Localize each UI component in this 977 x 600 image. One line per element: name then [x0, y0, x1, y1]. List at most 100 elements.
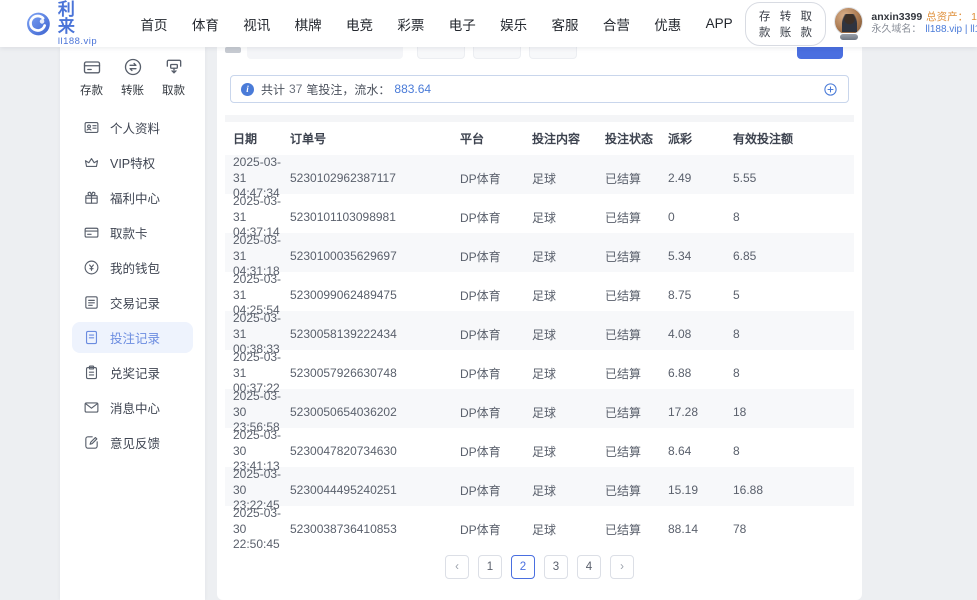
next-page-button[interactable]: ›: [610, 555, 634, 579]
bet-content: 足球: [532, 444, 557, 459]
vip-level-badge: [839, 32, 860, 41]
pagination: ‹ 1 2 3 4 ›: [217, 555, 862, 579]
bet-content: 足球: [532, 366, 557, 381]
valid-amount: 5: [733, 288, 740, 303]
transfer-link[interactable]: 转账: [780, 8, 792, 40]
sidebar-item-feedback[interactable]: 意见反馈: [72, 427, 193, 458]
account-sidebar: 存款 转账 取款 个人资料 VIP特权 福利中心 取款卡 我的钱包 交易记录 投…: [60, 47, 205, 600]
prev-page-button[interactable]: ‹: [445, 555, 469, 579]
payout: 8.64: [668, 444, 692, 459]
sidebar-item-transactions[interactable]: 交易记录: [72, 287, 193, 318]
nav-item-esports[interactable]: 电竞: [334, 8, 385, 40]
expand-icon[interactable]: [823, 82, 838, 97]
feedback-icon: [85, 436, 98, 449]
envelope-icon: [84, 402, 99, 413]
bet-content: 足球: [532, 405, 557, 420]
bet-count: 37: [289, 82, 303, 96]
nav-item-app[interactable]: APP: [693, 10, 744, 37]
table-header: 日期 订单号 平台 投注内容 投注状态 派彩 有效投注额: [225, 122, 854, 155]
total-assets: 总资产： 1363.49元: [926, 10, 977, 23]
sidebar-item-vip[interactable]: VIP特权: [72, 147, 193, 178]
valid-amount: 5.55: [733, 171, 757, 186]
nav-item-casino[interactable]: 娱乐: [488, 8, 539, 40]
payout: 2.49: [668, 171, 692, 186]
table-row[interactable]: 2025-03-31 04:25:54 5230099062489475 DP体…: [225, 272, 854, 317]
table-row[interactable]: 2025-03-31 04:47:34 5230102962387117 DP体…: [225, 155, 854, 200]
deposit-link[interactable]: 存款: [759, 8, 771, 40]
col-payout: 派彩: [668, 132, 693, 146]
nav-item-lottery[interactable]: 彩票: [385, 8, 436, 40]
table-row[interactable]: 2025-03-30 23:22:45 5230044495240251 DP体…: [225, 467, 854, 512]
site-logo[interactable]: 利 来 ll188.vip: [26, 1, 102, 47]
quick-deposit[interactable]: 存款: [80, 57, 103, 98]
filter-input[interactable]: [247, 47, 403, 59]
table-row[interactable]: 2025-03-30 22:50:45 5230038736410853 DP体…: [225, 506, 854, 551]
quick-withdraw[interactable]: 取款: [162, 57, 185, 98]
filter-option-button[interactable]: [473, 47, 521, 59]
platform: DP体育: [460, 405, 501, 420]
turnover-value: 883.64: [394, 82, 432, 96]
bet-status: 已结算: [605, 171, 642, 186]
sidebar-item-wallet[interactable]: 我的钱包: [72, 252, 193, 283]
bet-records-icon: [85, 330, 98, 345]
order-number: 5230101103098981: [290, 210, 396, 225]
nav-item-live[interactable]: 视讯: [231, 8, 282, 40]
main-nav-menu: 首页 体育 视讯 棋牌 电竞 彩票 电子 娱乐 客服 合营 优惠 APP: [128, 8, 745, 40]
order-number: 5230099062489475: [290, 288, 397, 303]
sidebar-item-bet-records[interactable]: 投注记录: [72, 322, 193, 353]
nav-item-slots[interactable]: 电子: [437, 8, 488, 40]
page-button-2-current[interactable]: 2: [511, 555, 535, 579]
nav-item-chess[interactable]: 棋牌: [282, 8, 333, 40]
nav-item-sports[interactable]: 体育: [180, 8, 231, 40]
order-number: 5230100035629697: [290, 249, 397, 264]
withdraw-link[interactable]: 取款: [801, 8, 813, 40]
table-row[interactable]: 2025-03-31 04:31:18 5230100035629697 DP体…: [225, 233, 854, 278]
valid-amount: 16.88: [733, 483, 764, 498]
user-avatar[interactable]: [834, 6, 864, 41]
nav-item-promo[interactable]: 优惠: [642, 8, 693, 40]
nav-item-partner[interactable]: 合营: [591, 8, 642, 40]
platform: DP体育: [460, 483, 501, 498]
payout: 88.14: [668, 522, 699, 537]
username: anxin3399: [871, 10, 923, 23]
search-button[interactable]: [797, 47, 843, 59]
sidebar-item-profile[interactable]: 个人资料: [72, 112, 193, 143]
nav-item-service[interactable]: 客服: [539, 8, 590, 40]
table-row[interactable]: 2025-03-30 23:41:13 5230047820734630 DP体…: [225, 428, 854, 473]
table-row[interactable]: 2025-03-31 04:37:14 5230101103098981 DP体…: [225, 194, 854, 239]
quick-transfer[interactable]: 转账: [121, 57, 144, 98]
col-platform: 平台: [460, 132, 485, 146]
sidebar-item-rewards[interactable]: 兑奖记录: [72, 357, 193, 388]
sidebar-item-withdraw-card[interactable]: 取款卡: [72, 217, 193, 248]
deposit-icon: [83, 61, 100, 74]
wallet-actions-pill: 存款 转账 取款: [744, 1, 827, 46]
valid-amount: 8: [733, 444, 740, 459]
table-row[interactable]: 2025-03-31 00:38:33 5230058139222434 DP体…: [225, 311, 854, 356]
valid-amount: 18: [733, 405, 747, 420]
logo-swirl-icon: [27, 12, 50, 35]
order-number: 5230047820734630: [290, 444, 397, 459]
page-button-3[interactable]: 3: [544, 555, 568, 579]
sidebar-item-welfare[interactable]: 福利中心: [72, 182, 193, 213]
payout: 6.88: [668, 366, 692, 381]
table-body: 2025-03-31 04:47:34 5230102962387117 DP体…: [217, 155, 862, 551]
table-row[interactable]: 2025-03-31 00:37:22 5230057926630748 DP体…: [225, 350, 854, 395]
table-row[interactable]: 2025-03-30 23:56:58 5230050654036202 DP体…: [225, 389, 854, 434]
filter-option-button[interactable]: [417, 47, 465, 59]
col-content: 投注内容: [532, 132, 581, 146]
platform: DP体育: [460, 366, 501, 381]
page-button-4[interactable]: 4: [577, 555, 601, 579]
avatar: [834, 6, 864, 36]
sidebar-item-messages[interactable]: 消息中心: [72, 392, 193, 423]
bet-datetime: 2025-03-30 22:50:45: [233, 506, 282, 552]
order-number: 5230050654036202: [290, 405, 397, 420]
platform: DP体育: [460, 171, 501, 186]
platform: DP体育: [460, 288, 501, 303]
navbar-right: 存款 转账 取款 anxin3399 总资产： 1363.49元 永久域名： l…: [744, 1, 977, 46]
nav-item-home[interactable]: 首页: [128, 8, 179, 40]
page-button-1[interactable]: 1: [478, 555, 502, 579]
payout: 8.75: [668, 288, 692, 303]
bet-status: 已结算: [605, 210, 642, 225]
platform: DP体育: [460, 444, 501, 459]
filter-option-button[interactable]: [529, 47, 577, 59]
